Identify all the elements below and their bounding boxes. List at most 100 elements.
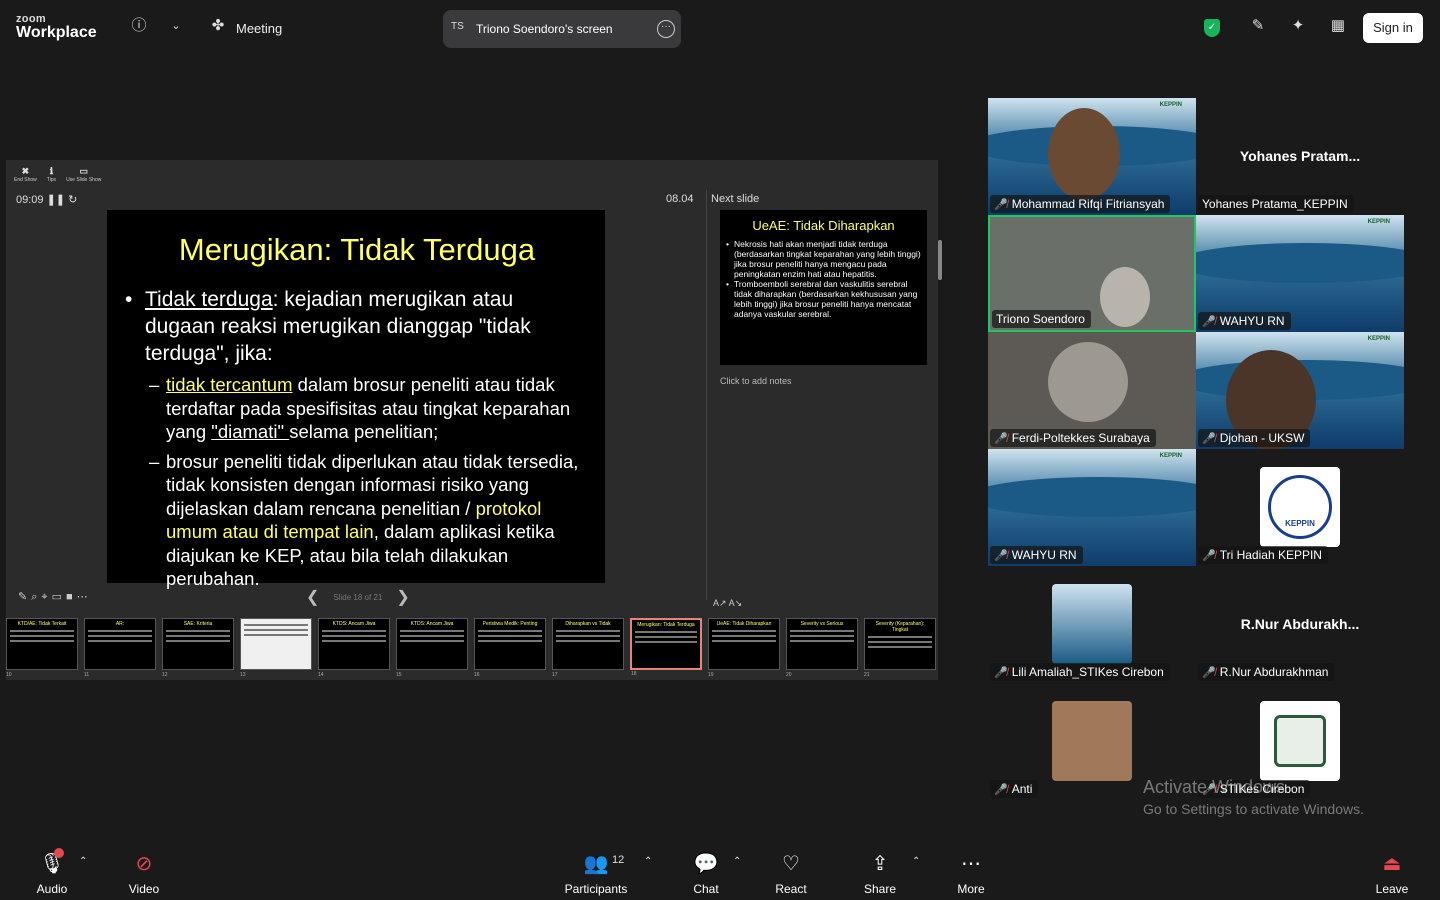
share-button[interactable]: ⇪ Share bbox=[862, 852, 898, 896]
video-button[interactable]: ⊘ Video bbox=[126, 852, 162, 896]
ai-companion-icon[interactable]: ✦ bbox=[1288, 16, 1308, 36]
screen-share-pill[interactable]: TS Triono Soendoro's screen ··· bbox=[443, 10, 681, 48]
participant-count: 12 bbox=[612, 854, 625, 866]
pane-divider[interactable] bbox=[706, 190, 707, 600]
participant-name: Triono Soendoro bbox=[992, 310, 1091, 328]
leave-button[interactable]: ⏏ Leave bbox=[1374, 852, 1410, 896]
slide-thumbnail[interactable]: UeAE: Tidak Diharapkan 19 bbox=[708, 618, 780, 678]
participants-options-caret[interactable]: ⌃ bbox=[644, 856, 652, 867]
pause-icon[interactable]: ❚❚ bbox=[47, 194, 65, 206]
pen-icon[interactable]: ✎ bbox=[18, 591, 31, 603]
participant-tile[interactable]: R.Nur Abdurakh... 🎤̸ R.Nur Abdurakhman bbox=[1196, 566, 1404, 683]
participant-name: 🎤̸ WAHYU RN bbox=[1198, 312, 1291, 330]
audio-button[interactable]: 🎙 Audio bbox=[34, 852, 70, 896]
participant-avatar bbox=[1052, 584, 1132, 664]
tips-label: Tips bbox=[46, 177, 57, 183]
security-shield-icon[interactable]: ✓ bbox=[1204, 19, 1220, 37]
annotate-icon[interactable]: ✎ bbox=[1248, 16, 1268, 36]
thumbnail-number: 14 bbox=[318, 672, 324, 678]
sign-in-button[interactable]: Sign in bbox=[1363, 13, 1423, 43]
slide-thumbnail[interactable]: Diharapkan vs Tidak 17 bbox=[552, 618, 624, 678]
participant-name: 🎤̸ Tri Hadiah KEPPIN bbox=[1198, 546, 1328, 564]
thumbnail-number: 16 bbox=[474, 672, 480, 678]
keppin-logo-avatar: KEPPIN bbox=[1260, 467, 1340, 547]
participant-name-text: Triono Soendoro bbox=[996, 312, 1085, 326]
participant-tile[interactable]: KEPPIN 🎤̸ Djohan - UKSW bbox=[1196, 332, 1404, 449]
font-decrease-icon[interactable]: A↘ bbox=[729, 598, 743, 608]
prev-slide-icon[interactable]: ❮ bbox=[306, 589, 319, 606]
participant-tile[interactable]: KEPPIN 🎤̸ Tri Hadiah KEPPIN bbox=[1196, 449, 1404, 566]
reset-icon[interactable]: ↻ bbox=[68, 194, 77, 206]
slide-thumbnail[interactable]: SAE: Kriteria 12 bbox=[162, 618, 234, 678]
use-slide-show-button[interactable]: ▭ Use Slide Show bbox=[66, 166, 101, 183]
thumbnail-number: 15 bbox=[396, 672, 402, 678]
stikes-logo-avatar bbox=[1260, 701, 1340, 781]
participant-tile-active-speaker[interactable]: Triono Soendoro bbox=[988, 215, 1196, 332]
slide-thumbnail[interactable]: KTD/AE: Tidak Terkait 10 bbox=[6, 618, 78, 678]
slide-thumbnail[interactable]: 13 bbox=[240, 618, 312, 678]
slide-thumbnail[interactable]: Severity vs Serious 20 bbox=[786, 618, 858, 678]
bullet-term: Tidak terduga bbox=[145, 288, 273, 311]
info-icon[interactable]: ⓘ bbox=[129, 16, 149, 36]
thumbnail-title: UeAE: Tidak Diharapkan bbox=[716, 621, 772, 627]
meeting-label[interactable]: Meeting bbox=[236, 21, 282, 36]
slide-thumbnail[interactable]: Peristiwa Medik: Penting 16 bbox=[474, 618, 546, 678]
pointer-icon[interactable]: ⌖ bbox=[41, 591, 51, 603]
next-slide-preview[interactable]: UeAE: Tidak Diharapkan Nekrosis hati aka… bbox=[720, 210, 927, 365]
thumbnail-title: KTD/AE: Tidak Terkait bbox=[17, 621, 67, 627]
participant-video bbox=[1048, 108, 1120, 200]
view-layout-icon[interactable]: ▦ bbox=[1328, 16, 1348, 36]
slide-thumbnail-current[interactable]: Merugikan: Tidak Terduga 18 bbox=[630, 618, 702, 677]
next-slide-title: UeAE: Tidak Diharapkan bbox=[752, 218, 895, 233]
participant-tile[interactable]: KEPPIN 🎤̸ WAHYU RN bbox=[1196, 215, 1404, 332]
next-slide-icon[interactable]: ❯ bbox=[396, 589, 409, 606]
participant-tile[interactable]: Yohanes Pratam... Yohanes Pratama_KEPPIN bbox=[1196, 98, 1404, 215]
participant-tile[interactable]: 🎤̸ Ferdi-Poltekkes Surabaya bbox=[988, 332, 1196, 449]
chat-button[interactable]: 💬 Chat bbox=[690, 852, 722, 896]
banner-brand: KEPPIN bbox=[1367, 336, 1390, 342]
participant-name: 🎤̸ Mohammad Rifqi Fitriansyah bbox=[990, 195, 1171, 213]
participant-name: Yohanes Pratama_KEPPIN bbox=[1198, 195, 1354, 213]
share-options-caret[interactable]: ⌃ bbox=[912, 856, 920, 867]
slide-thumbnail[interactable]: KTDS: Ancam Jiwa 15 bbox=[396, 618, 468, 678]
participant-name-text: Ferdi-Poltekkes Surabaya bbox=[1011, 431, 1150, 445]
participant-tile[interactable]: 🎤̸ Lili Amaliah_STIKes Cirebon bbox=[988, 566, 1196, 683]
font-increase-icon[interactable]: A↗ bbox=[713, 598, 727, 608]
audio-options-caret[interactable]: ⌃ bbox=[79, 856, 87, 867]
react-button[interactable]: ♡ React bbox=[772, 852, 810, 896]
zoom-icon[interactable]: ⌕ bbox=[31, 591, 41, 603]
slide-thumbnail[interactable]: AR: 11 bbox=[84, 618, 156, 678]
participant-name-text: WAHYU RN bbox=[1011, 548, 1077, 562]
banner-brand: KEPPIN bbox=[1159, 102, 1182, 108]
end-show-button[interactable]: ✖ End Show bbox=[14, 166, 37, 183]
participant-tile[interactable]: KEPPIN 🎤̸ WAHYU RN bbox=[988, 449, 1196, 566]
mic-muted-icon: 🎤̸ bbox=[994, 199, 1008, 211]
participant-name: 🎤̸ WAHYU RN bbox=[990, 546, 1083, 564]
participant-tile[interactable]: KEPPIN 🎤̸ Mohammad Rifqi Fitriansyah bbox=[988, 98, 1196, 215]
more-dots-icon: ⋯ bbox=[961, 853, 981, 875]
more-icon[interactable]: ⋯ bbox=[77, 591, 92, 603]
presenter-timer: 09:09 ❚❚ ↻ bbox=[16, 193, 77, 206]
chat-label: Chat bbox=[693, 882, 719, 896]
mic-muted-icon: 🎤̸ bbox=[994, 667, 1008, 679]
slide-thumbnail[interactable]: Severity (Keparahan): Tingkat 21 bbox=[864, 618, 936, 678]
more-button[interactable]: ⋯ More bbox=[954, 852, 988, 896]
tips-button[interactable]: ℹ Tips bbox=[47, 166, 56, 183]
chevron-down-icon[interactable]: ⌄ bbox=[166, 16, 186, 36]
video-off-icon: ⊘ bbox=[135, 853, 153, 875]
slide-bullet: Tidak terduga: kejadian merugikan atau d… bbox=[125, 286, 589, 367]
participant-name: 🎤̸ Ferdi-Poltekkes Surabaya bbox=[990, 429, 1156, 447]
next-slide-bullet: Nekrosis hati akan menjadi tidak terduga… bbox=[726, 239, 921, 279]
chat-options-caret[interactable]: ⌃ bbox=[733, 856, 741, 867]
slide-tools: ✎⌕⌖▭■⋯ bbox=[18, 590, 92, 604]
camera-icon[interactable]: ■ bbox=[66, 591, 77, 603]
slide-show-icon: ▭ bbox=[79, 166, 88, 176]
audio-alert-badge bbox=[54, 848, 64, 858]
participant-name-text: Yohanes Pratama_KEPPIN bbox=[1202, 197, 1348, 211]
slide-thumbnail[interactable]: KTDS: Ancam Jiwa 14 bbox=[318, 618, 390, 678]
notes-field[interactable]: Click to add notes bbox=[720, 376, 792, 386]
splitter-handle[interactable] bbox=[938, 240, 942, 280]
subtitles-icon[interactable]: ▭ bbox=[52, 591, 66, 603]
more-options-icon[interactable]: ··· bbox=[657, 20, 675, 38]
thumbnail-title: Diharapkan vs Tidak bbox=[565, 621, 611, 627]
